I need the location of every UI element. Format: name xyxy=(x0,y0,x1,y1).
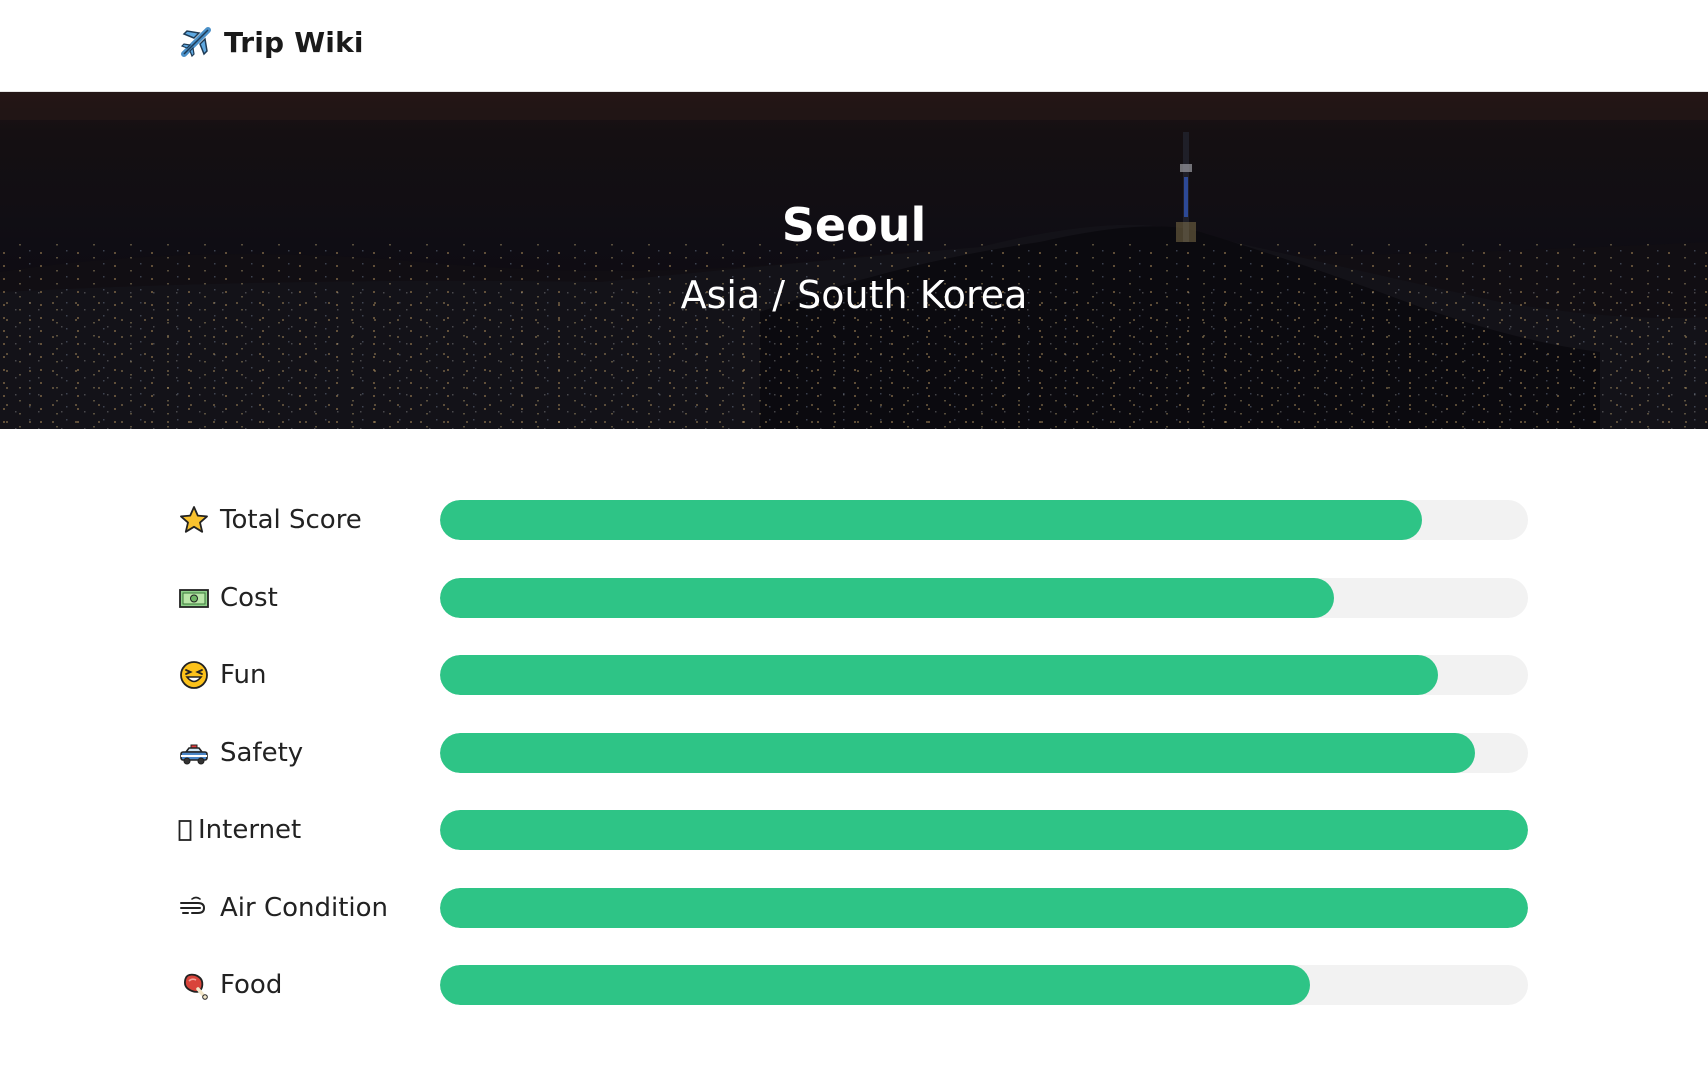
score-label-air-condition: Air Condition xyxy=(178,892,440,924)
score-bar-track xyxy=(440,578,1528,618)
score-row-safety: Safety xyxy=(178,733,1528,773)
score-label-text: Internet xyxy=(198,815,302,845)
score-bar-track xyxy=(440,810,1528,850)
airplane-icon xyxy=(180,27,211,58)
score-label-text: Safety xyxy=(220,738,304,768)
wind-icon xyxy=(178,892,210,924)
meat-icon xyxy=(178,969,210,1001)
score-bar-track xyxy=(440,888,1528,928)
city-skyline-night-image xyxy=(0,92,1708,429)
score-label-cost: Cost xyxy=(178,582,440,614)
brand-logo-link[interactable]: Trip Wiki xyxy=(178,20,364,64)
brand-name: Trip Wiki xyxy=(224,25,364,59)
score-label-safety: Safety xyxy=(178,737,440,769)
score-row-air-condition: Air Condition xyxy=(178,888,1528,928)
score-bar-track xyxy=(440,500,1528,540)
score-bar-fill xyxy=(440,965,1311,1005)
score-label-internet: Internet xyxy=(178,814,440,846)
score-bar-fill xyxy=(440,733,1475,773)
score-label-text: Air Condition xyxy=(220,893,389,923)
score-bar-fill xyxy=(440,655,1438,695)
city-hero-banner: Seoul Asia / South Korea xyxy=(0,92,1708,429)
score-bar-fill xyxy=(440,888,1528,928)
score-bar-fill xyxy=(440,578,1335,618)
score-label-total-score: Total Score xyxy=(178,504,440,536)
score-bar-track xyxy=(440,733,1528,773)
score-label-food: Food xyxy=(178,969,440,1001)
score-row-fun: Fun xyxy=(178,655,1528,695)
top-navbar: Trip Wiki xyxy=(0,0,1708,92)
star-icon xyxy=(178,504,210,536)
city-location: Asia / South Korea xyxy=(680,273,1028,317)
score-row-cost: Cost xyxy=(178,578,1528,618)
police-car-icon xyxy=(178,737,210,769)
score-label-text: Cost xyxy=(220,583,278,613)
score-bar-track xyxy=(440,965,1528,1005)
city-name: Seoul xyxy=(781,198,927,252)
score-label-text: Fun xyxy=(220,660,267,690)
score-bar-track xyxy=(440,655,1528,695)
score-label-text: Food xyxy=(220,970,283,1000)
missing-glyph-icon xyxy=(178,814,192,846)
score-bar-fill xyxy=(440,810,1528,850)
score-row-internet: Internet xyxy=(178,810,1528,850)
score-label-text: Total Score xyxy=(220,505,362,535)
score-bar-fill xyxy=(440,500,1423,540)
score-label-fun: Fun xyxy=(178,659,440,691)
score-row-total-score: Total Score xyxy=(178,500,1528,540)
money-icon xyxy=(178,582,210,614)
score-row-food: Food xyxy=(178,965,1528,1005)
laughing-face-icon xyxy=(178,659,210,691)
